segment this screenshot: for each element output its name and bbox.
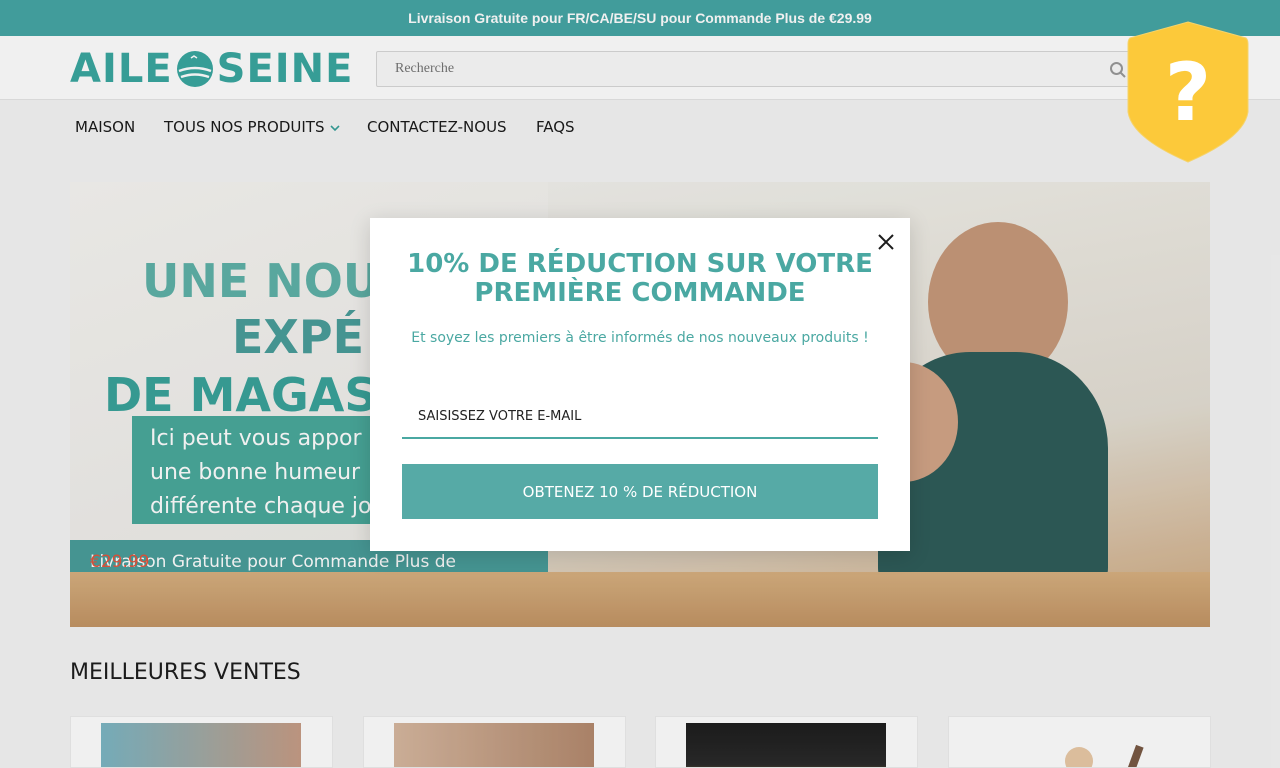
- question-shield-icon[interactable]: ?: [1126, 20, 1250, 164]
- discount-modal: 10% DE RÉDUCTION SUR VOTRE PREMIÈRE COMM…: [370, 218, 910, 551]
- badge-symbol: ?: [1165, 46, 1211, 139]
- modal-title: 10% DE RÉDUCTION SUR VOTRE PREMIÈRE COMM…: [407, 249, 873, 308]
- modal-subtitle: Et soyez les premiers à être informés de…: [411, 330, 869, 346]
- close-icon[interactable]: [876, 232, 896, 252]
- get-discount-button[interactable]: OBTENEZ 10 % DE RÉDUCTION: [402, 464, 878, 519]
- email-field[interactable]: [402, 395, 878, 439]
